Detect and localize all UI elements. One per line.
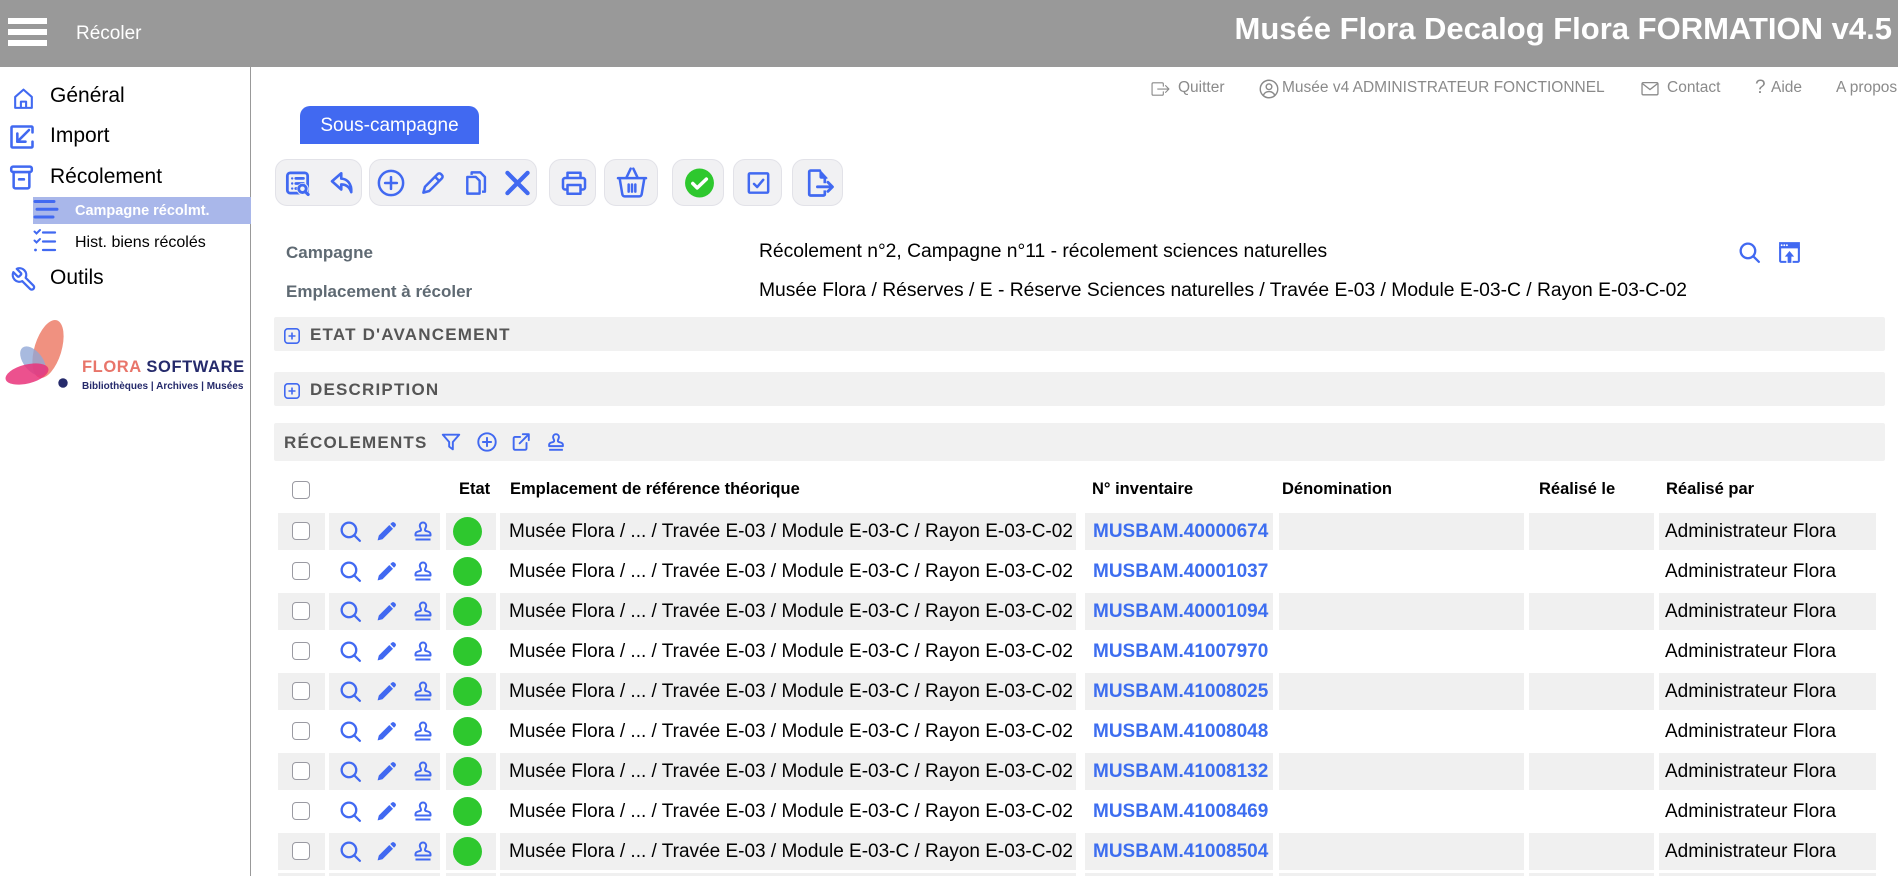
svg-text:FLORA SOFTWARE: FLORA SOFTWARE (82, 358, 245, 376)
svg-text:Bibliothèques | Archives | Mus: Bibliothèques | Archives | Musées (82, 381, 244, 392)
